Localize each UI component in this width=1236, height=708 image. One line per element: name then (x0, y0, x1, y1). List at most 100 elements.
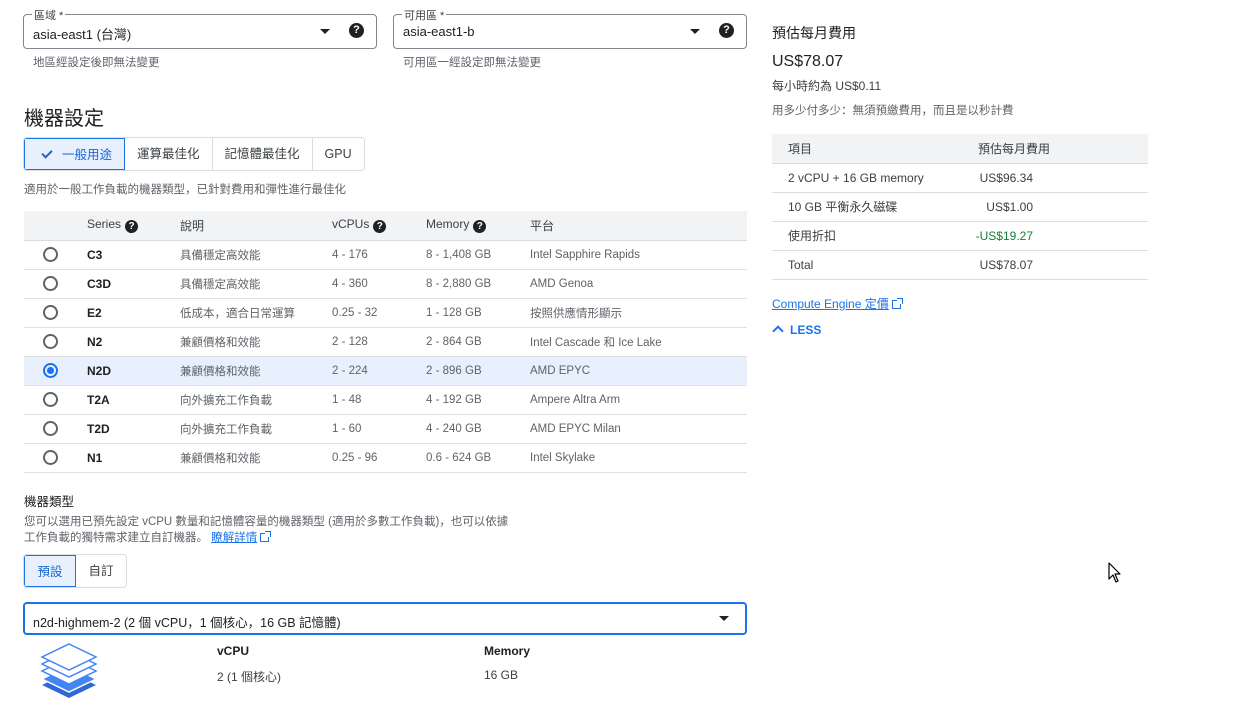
radio-cell (24, 269, 87, 299)
series-radio[interactable] (43, 421, 58, 436)
zone-value: asia-east1-b (403, 24, 475, 39)
chevron-up-icon (772, 325, 784, 337)
open-in-new-icon (891, 298, 903, 309)
memory-spec-label: Memory (484, 644, 531, 658)
help-icon[interactable]: ? (719, 23, 734, 38)
table-row: 2 vCPU + 16 GB memory US$96.34 (772, 163, 1148, 193)
series-memory: 4 - 192 GB (426, 385, 530, 415)
series-name: C3 (87, 240, 180, 270)
series-memory: 2 - 864 GB (426, 327, 530, 357)
series-desc: 兼顧價格和效能 (180, 327, 332, 357)
table-row[interactable]: N1 兼顧價格和效能 0.25 - 96 0.6 - 624 GB Intel Skyl… (24, 443, 747, 473)
table-row[interactable]: N2D 兼顧價格和效能 2 - 224 2 - 896 GB AMD EPYC (24, 356, 747, 386)
help-icon[interactable]: ? (349, 23, 364, 38)
desc-column-header: 說明 (180, 211, 332, 241)
table-header-row: 項目 預估每月費用 (772, 134, 1148, 164)
tab-general-purpose[interactable]: 一般用途 (24, 138, 125, 170)
machine-family-tabs: 一般用途 運算最佳化 記憶體最佳化 GPU (23, 137, 365, 171)
memory-spec-value: 16 GB (484, 668, 519, 682)
series-vcpus: 1 - 48 (332, 385, 426, 415)
series-platform: Ampere Altra Arm (530, 385, 747, 415)
open-in-new-icon (260, 531, 272, 542)
region-value: asia-east1 (台灣) (33, 27, 132, 42)
table-row[interactable]: E2 低成本，適合日常運算 0.25 - 32 1 - 128 GB 按照供應情形顯示 (24, 298, 747, 328)
zone-select[interactable]: 可用區 * asia-east1-b (393, 7, 747, 49)
cost-item: Total (772, 250, 962, 280)
estimate-hourly: 每小時約為 US$0.11 (772, 79, 882, 93)
series-radio[interactable] (43, 334, 58, 349)
machine-type-tabs: 預設 自訂 (23, 554, 127, 588)
series-platform: Intel Sapphire Rapids (530, 240, 747, 270)
help-icon[interactable]: ? (373, 220, 387, 234)
item-column-header: 項目 (772, 134, 962, 164)
tab-compute-optimized[interactable]: 運算最佳化 (125, 138, 213, 170)
series-name: C3D (87, 269, 180, 299)
less-button[interactable]: LESS (772, 323, 821, 337)
estimate-title: 預估每月費用 (772, 25, 856, 41)
series-name: N2D (87, 356, 180, 386)
table-row[interactable]: T2A 向外擴充工作負載 1 - 48 4 - 192 GB Ampere Altra … (24, 385, 747, 415)
pricing-link[interactable]: Compute Engine 定價 (772, 295, 903, 312)
machine-type-select[interactable]: n2d-highmem-2 (2 個 vCPU，1 個核心，16 GB 記憶體) (23, 602, 747, 635)
learn-more-link[interactable]: 瞭解詳情 (211, 532, 257, 544)
tab-custom[interactable]: 自訂 (76, 555, 126, 587)
platform-column-header: 平台 (530, 211, 747, 241)
machine-type-title: 機器類型 (24, 495, 75, 509)
cost-amount: US$78.07 (962, 250, 1148, 280)
series-radio[interactable] (43, 392, 58, 407)
table-row: Total US$78.07 (772, 250, 1148, 280)
series-radio[interactable] (43, 247, 58, 262)
family-description: 適用於一般工作負載的機器類型，已針對費用和彈性進行最佳化 (24, 184, 346, 196)
radio-cell (24, 356, 87, 386)
series-vcpus: 2 - 224 (332, 356, 426, 386)
series-desc: 低成本，適合日常運算 (180, 298, 332, 328)
series-name: E2 (87, 298, 180, 328)
series-name: N1 (87, 443, 180, 473)
series-platform: Intel Cascade 和 Ice Lake (530, 327, 747, 357)
vcpu-spec-label: vCPU (217, 644, 250, 658)
tab-preset[interactable]: 預設 (24, 555, 76, 587)
help-icon[interactable]: ? (125, 220, 139, 234)
table-row[interactable]: N2 兼顧價格和效能 2 - 128 2 - 864 GB Intel Cascade … (24, 327, 747, 357)
chevron-down-icon[interactable] (320, 29, 330, 34)
memory-column-header: Memory? (426, 211, 530, 241)
check-icon (41, 147, 53, 159)
series-memory: 2 - 896 GB (426, 356, 530, 386)
series-radio[interactable] (43, 450, 58, 465)
machine-config-title: 機器設定 (24, 108, 104, 130)
table-row[interactable]: C3 具備穩定高效能 4 - 176 8 - 1,408 GB Intel Sapphi… (24, 240, 747, 270)
series-platform: 按照供應情形顯示 (530, 298, 747, 328)
table-row[interactable]: C3D 具備穩定高效能 4 - 360 8 - 2,880 GB AMD Genoa (24, 269, 747, 299)
series-table-body: C3 具備穩定高效能 4 - 176 8 - 1,408 GB Intel Sapphi… (24, 240, 747, 473)
series-memory: 0.6 - 624 GB (426, 443, 530, 473)
table-row: 使用折扣 -US$19.27 (772, 221, 1148, 251)
table-row[interactable]: T2D 向外擴充工作負載 1 - 60 4 - 240 GB AMD EPYC Mila… (24, 414, 747, 444)
series-platform: Intel Skylake (530, 443, 747, 473)
radio-cell (24, 327, 87, 357)
series-radio[interactable] (43, 305, 58, 320)
estimate-note: 用多少付多少：無須預繳費用，而且是以秒計費 (772, 105, 1014, 117)
cost-amount: -US$19.27 (962, 221, 1148, 251)
series-radio[interactable] (43, 276, 58, 291)
zone-hint: 可用區一經設定即無法變更 (403, 57, 541, 69)
series-radio[interactable] (43, 363, 58, 378)
zone-label: 可用區 * (402, 7, 447, 23)
tab-gpu[interactable]: GPU (313, 138, 364, 170)
radio-cell (24, 443, 87, 473)
region-select[interactable]: 區域 * asia-east1 (台灣) (23, 7, 377, 49)
cost-item: 2 vCPU + 16 GB memory (772, 163, 962, 193)
series-vcpus: 4 - 360 (332, 269, 426, 299)
region-help-wrap: ? (349, 14, 369, 49)
chevron-down-icon[interactable] (719, 616, 729, 621)
radio-cell (24, 385, 87, 415)
tab-memory-optimized[interactable]: 記憶體最佳化 (213, 138, 313, 170)
cost-amount: US$96.34 (962, 163, 1148, 193)
series-platform: AMD Genoa (530, 269, 747, 299)
series-platform: AMD EPYC Milan (530, 414, 747, 444)
machine-type-value: n2d-highmem-2 (2 個 vCPU，1 個核心，16 GB 記憶體) (33, 616, 341, 630)
chevron-down-icon[interactable] (690, 29, 700, 34)
help-icon[interactable]: ? (473, 220, 487, 234)
series-column-header: Series? (87, 211, 180, 241)
cost-table-body: 2 vCPU + 16 GB memory US$96.34 10 GB 平衡永久磁… (772, 163, 1148, 280)
series-vcpus: 2 - 128 (332, 327, 426, 357)
